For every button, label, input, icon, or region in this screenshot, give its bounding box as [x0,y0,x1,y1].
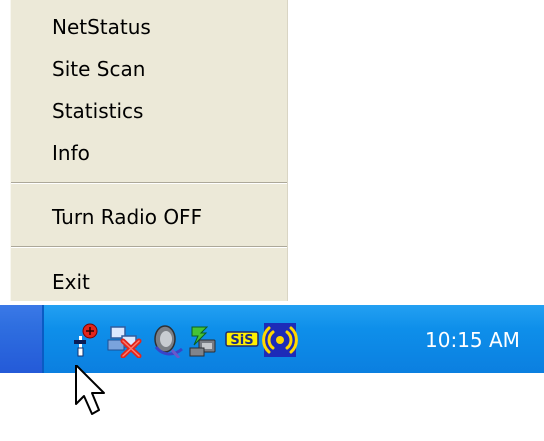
menu-item-exit[interactable]: Exit [11,264,287,300]
system-tray: SiS 10:15 AM [42,305,544,373]
menu-item-turn-radio-off[interactable]: Turn Radio OFF [11,199,287,235]
menu-item-netstatus[interactable]: NetStatus [11,9,287,45]
speaker-icon[interactable] [148,322,184,358]
taskbar: SiS 10:15 AM [0,305,544,373]
desktop: NetStatus Site Scan Statistics Info Turn… [0,0,544,441]
sis-icon[interactable]: SiS [224,322,260,358]
network-disconnected-icon[interactable] [106,322,142,358]
menu-item-statistics[interactable]: Statistics [11,93,287,129]
network-connection-icon[interactable] [184,322,220,358]
menu-item-site-scan[interactable]: Site Scan [11,51,287,87]
context-menu: NetStatus Site Scan Statistics Info Turn… [10,0,288,301]
svg-text:SiS: SiS [230,333,253,348]
system-clock[interactable]: 10:15 AM [425,325,520,355]
menu-separator [11,182,287,184]
mouse-pointer-icon [64,365,110,427]
menu-item-info[interactable]: Info [11,135,287,171]
network-status-icon[interactable] [66,322,102,358]
wireless-radio-icon[interactable] [262,322,298,358]
menu-separator [11,246,287,248]
